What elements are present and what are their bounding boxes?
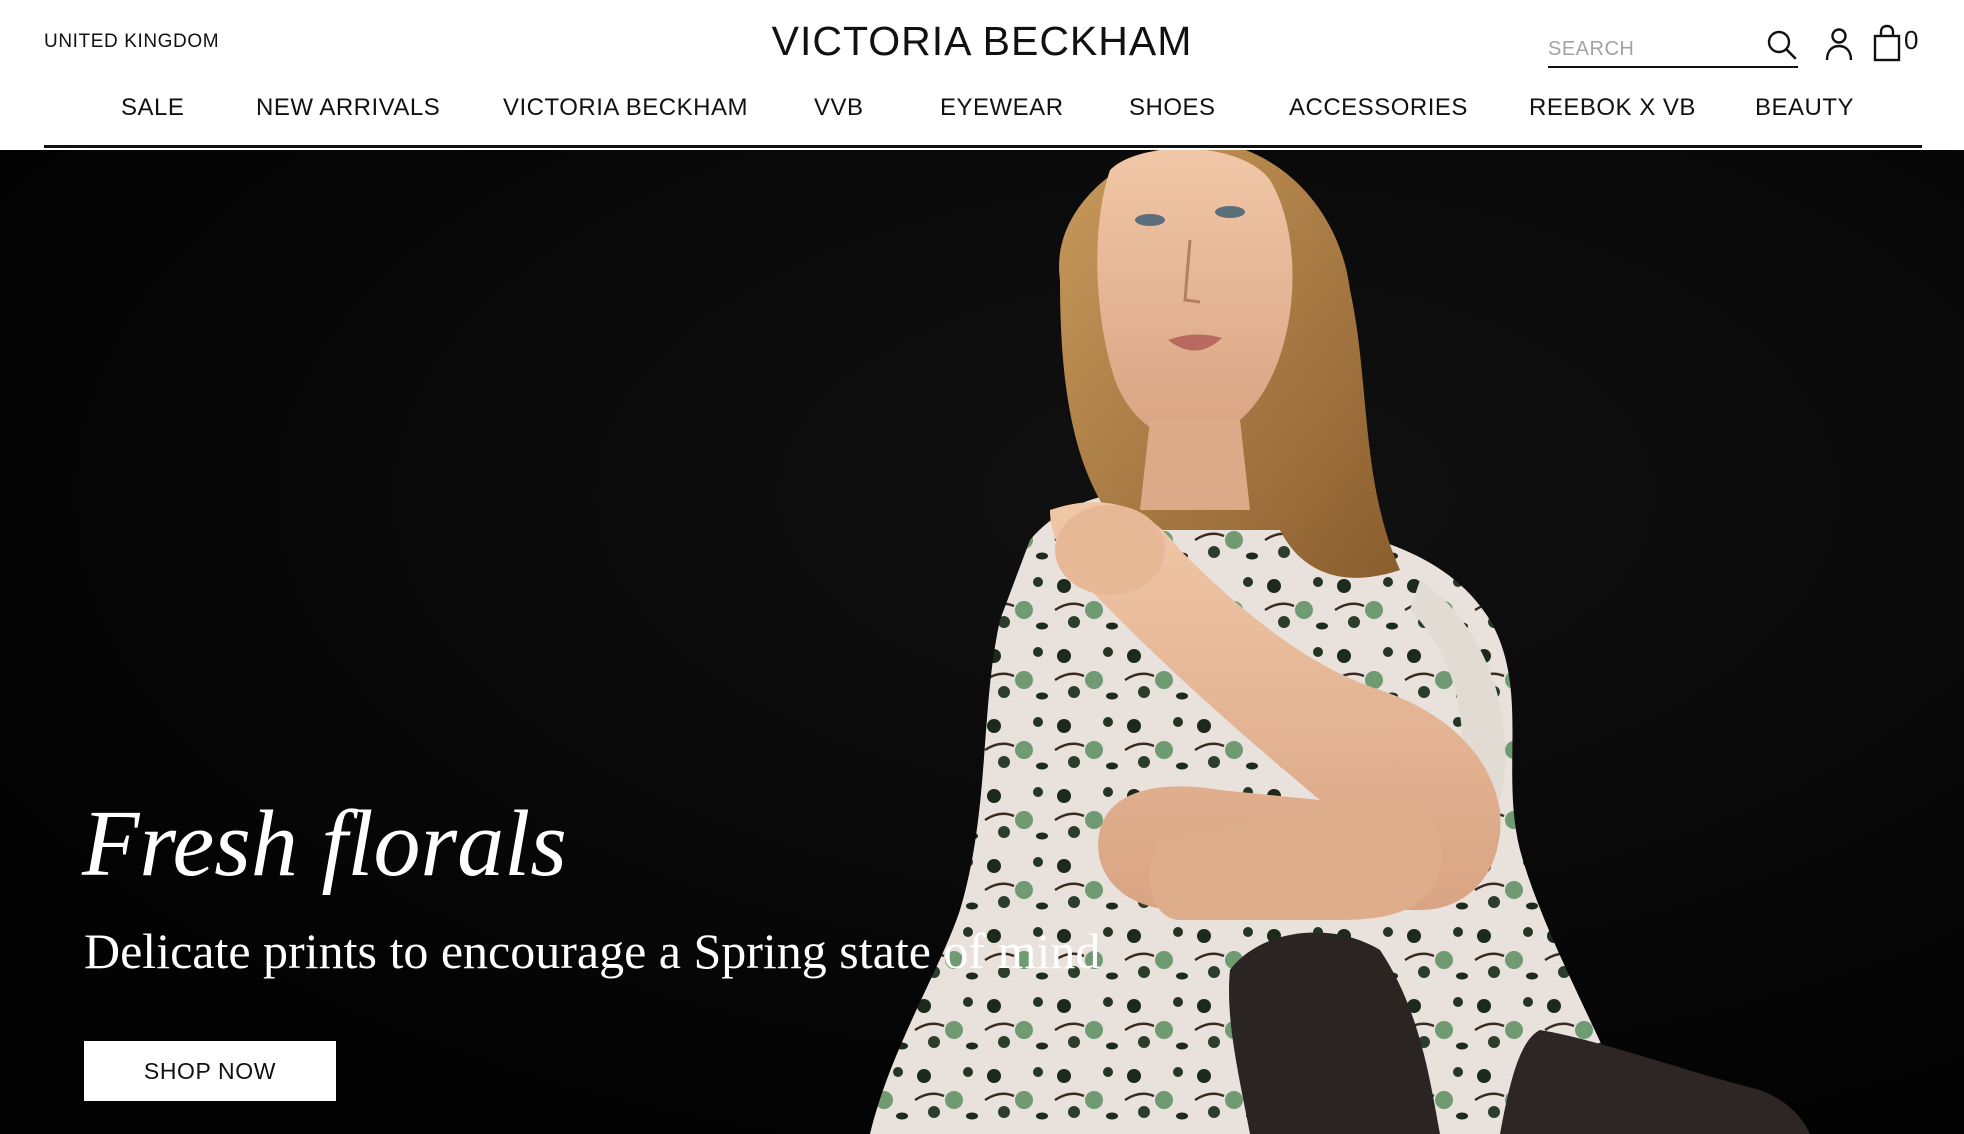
hero-subtitle: Delicate prints to encourage a Spring st…: [84, 923, 1101, 979]
account-icon: [1825, 28, 1853, 61]
nav-item-vvb[interactable]: VVB: [814, 94, 864, 124]
nav-item-shoes[interactable]: SHOES: [1129, 94, 1216, 124]
nav-item-sale[interactable]: SALE: [121, 94, 184, 124]
hero-title: Fresh florals: [82, 792, 567, 896]
search-button[interactable]: [1766, 29, 1798, 61]
shopping-bag-button[interactable]: [1872, 24, 1902, 62]
search-icon: [1767, 30, 1797, 60]
hero-banner[interactable]: Fresh florals Delicate prints to encoura…: [0, 150, 1964, 1134]
nav-item-new-arrivals[interactable]: NEW ARRIVALS: [256, 94, 440, 124]
site-header: UNITED KINGDOM VICTORIA BECKHAM 0 SALE N…: [0, 0, 1964, 150]
main-nav: SALE NEW ARRIVALS VICTORIA BECKHAM VVB E…: [44, 94, 1922, 148]
hero-photo: [0, 150, 1964, 1134]
nav-item-victoria-beckham[interactable]: VICTORIA BECKHAM: [503, 94, 748, 124]
nav-item-accessories[interactable]: ACCESSORIES: [1289, 94, 1468, 124]
account-button[interactable]: [1824, 27, 1854, 61]
shopping-bag-icon: [1873, 24, 1901, 62]
search-field: [1548, 33, 1798, 68]
nav-item-beauty[interactable]: BEAUTY: [1755, 94, 1854, 124]
shop-now-button[interactable]: SHOP NOW: [84, 1041, 336, 1101]
search-input[interactable]: [1548, 33, 1758, 66]
nav-item-eyewear[interactable]: EYEWEAR: [940, 94, 1064, 124]
nav-item-reebok-x-vb[interactable]: REEBOK X VB: [1529, 94, 1696, 124]
bag-count: 0: [1904, 25, 1919, 55]
